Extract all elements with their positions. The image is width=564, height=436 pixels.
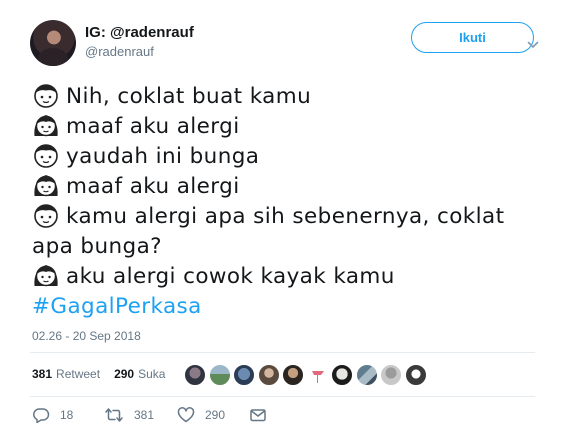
heart-icon [177, 407, 195, 423]
retweet-action[interactable]: 381 [104, 407, 154, 423]
hashtag-link[interactable]: #GagalPerkasa [32, 292, 542, 322]
tweet-line: maaf aku alergi [32, 112, 542, 142]
reply-count: 18 [60, 408, 74, 422]
retweet-count: 381 [134, 408, 155, 422]
tweet-line: Nih, coklat buat kamu [32, 82, 542, 112]
girl-emoji-icon [34, 175, 58, 197]
pin-icon [311, 371, 324, 383]
liker-avatar[interactable] [306, 364, 329, 386]
liker-avatar[interactable] [404, 364, 427, 386]
liker-avatar[interactable] [331, 364, 353, 386]
reply-icon [33, 408, 50, 423]
girl-emoji-icon [34, 115, 58, 137]
divider [30, 352, 535, 353]
boy-emoji-icon [34, 84, 58, 108]
retweet-stat-count[interactable]: 381 [32, 367, 52, 381]
message-action[interactable] [249, 407, 277, 423]
like-action[interactable]: 290 [177, 407, 225, 423]
liker-avatar[interactable] [282, 364, 304, 386]
liker-avatars [184, 364, 429, 386]
tweet-line-text: maaf aku alergi [66, 114, 240, 139]
engagement-stats: 381 Retweet 290 Suka [32, 367, 165, 381]
liker-avatar[interactable] [257, 364, 280, 386]
avatar[interactable] [30, 20, 76, 66]
like-count: 290 [205, 408, 226, 422]
girl-emoji-icon [34, 265, 58, 287]
follow-button[interactable]: Ikuti [411, 22, 534, 53]
chevron-down-icon[interactable] [527, 39, 539, 51]
tweet-line: aku alergi cowok kayak kamu [32, 262, 542, 292]
reply-action[interactable]: 18 [32, 407, 73, 423]
tweet-header: IG: @radenrauf @radenrauf Ikuti [30, 20, 550, 66]
liker-avatar[interactable] [355, 364, 378, 386]
user-handle[interactable]: @radenrauf [85, 44, 194, 59]
tweet-line-text: kamu alergi apa sih sebenernya, coklat a… [32, 204, 505, 259]
tweet-line: yaudah ini bunga [32, 142, 542, 172]
tweet-text: Nih, coklat buat kamu maaf aku alergi ya… [32, 82, 542, 322]
retweet-icon [105, 408, 123, 422]
tweet-line-text: maaf aku alergi [66, 174, 240, 199]
divider [30, 396, 535, 397]
tweet-actions: 18 381 290 [32, 407, 332, 427]
tweet-line-text: yaudah ini bunga [66, 144, 260, 169]
retweet-stat-label[interactable]: Retweet [56, 367, 100, 381]
liker-avatar[interactable] [184, 364, 206, 386]
like-stat-label[interactable]: Suka [138, 367, 165, 381]
envelope-icon [250, 409, 266, 422]
tweet-line: kamu alergi apa sih sebenernya, coklat a… [32, 202, 522, 262]
boy-emoji-icon [34, 144, 58, 168]
liker-avatar[interactable] [233, 364, 255, 386]
user-names: IG: @radenrauf @radenrauf [85, 24, 194, 59]
tweet-line: maaf aku alergi [32, 172, 542, 202]
tweet-line-text: Nih, coklat buat kamu [66, 84, 312, 109]
like-stat-count[interactable]: 290 [114, 367, 134, 381]
boy-emoji-icon [34, 204, 58, 228]
liker-avatar[interactable] [208, 364, 231, 386]
liker-avatar[interactable] [380, 364, 402, 386]
tweet-timestamp[interactable]: 02.26 - 20 Sep 2018 [32, 329, 141, 343]
tweet-line-text: aku alergi cowok kayak kamu [66, 264, 395, 289]
display-name[interactable]: IG: @radenrauf [85, 24, 194, 41]
